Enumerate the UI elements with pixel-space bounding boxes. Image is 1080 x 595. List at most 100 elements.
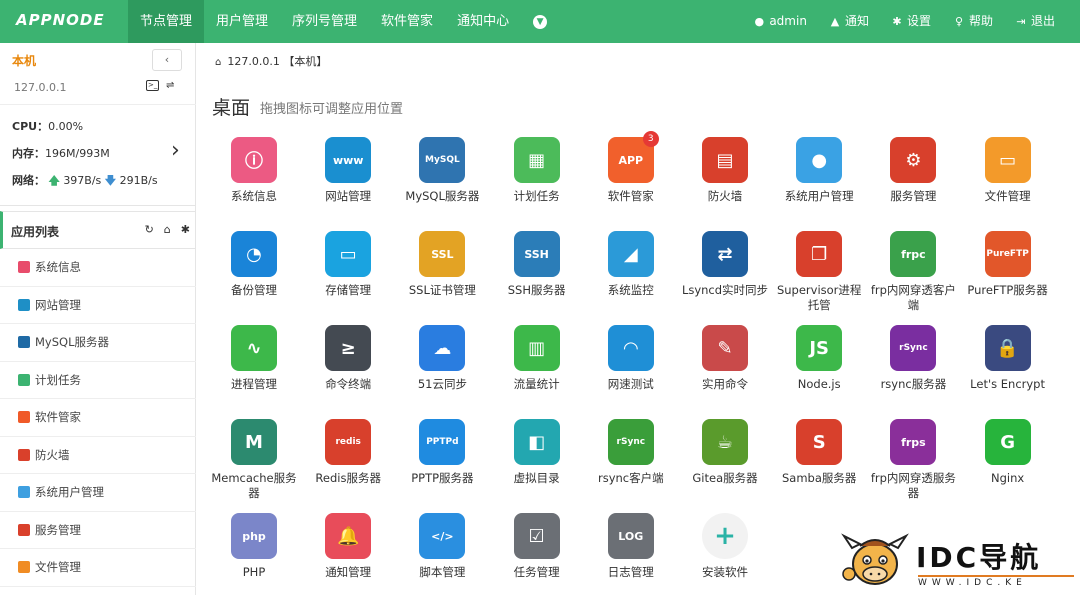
desktop-app-tile[interactable]: ▤ 防火墙 bbox=[678, 137, 772, 204]
app-label: Memcache服务器 bbox=[211, 471, 297, 500]
nav-notification-center[interactable]: 通知中心 bbox=[445, 0, 521, 43]
desktop-app-tile[interactable]: rSync rsync服务器 bbox=[866, 325, 960, 392]
sidebar-app-item[interactable]: 软件管家 bbox=[0, 399, 196, 437]
desktop-app-tile[interactable]: LOG 日志管理 bbox=[584, 513, 678, 580]
collapse-sidebar-button[interactable]: ‹ bbox=[152, 49, 182, 71]
sidebar-app-item[interactable]: 服务管理 bbox=[0, 512, 196, 549]
switch-host-icon[interactable]: ⇌ bbox=[166, 80, 174, 91]
desktop-app-tile[interactable]: JS Node.js bbox=[772, 325, 866, 392]
app-mini-icon bbox=[18, 448, 30, 461]
desktop-app-tile[interactable]: ▭ 文件管理 bbox=[961, 137, 1055, 204]
app-label: Lsyncd实时同步 bbox=[681, 283, 769, 297]
terminal-icon[interactable]: >_ bbox=[146, 80, 159, 91]
app-icon: SSL bbox=[419, 231, 466, 277]
desktop-app-tile[interactable]: php PHP bbox=[207, 513, 301, 580]
app-icon-glyph: LOG bbox=[618, 529, 644, 543]
desktop-app-tile[interactable]: G Nginx bbox=[961, 419, 1055, 486]
desktop-app-tile[interactable]: ☑ 任务管理 bbox=[490, 513, 584, 580]
sidebar-app-item[interactable]: 计划任务 bbox=[0, 362, 196, 399]
app-icon-glyph: ◔ bbox=[246, 243, 262, 265]
desktop-app-tile[interactable]: ● 系统用户管理 bbox=[772, 137, 866, 204]
nav-more-dropdown[interactable]: ▼ bbox=[521, 0, 557, 43]
desktop-app-tile[interactable]: ▦ 计划任务 bbox=[490, 137, 584, 204]
app-logo[interactable]: APPNODE bbox=[16, 11, 105, 29]
app-icon: PureFTP bbox=[984, 231, 1031, 277]
sidebar-app-item[interactable]: 防火墙 bbox=[0, 437, 196, 474]
nav-software-manager[interactable]: 软件管家 bbox=[369, 0, 445, 43]
chevron-right-icon[interactable]: › bbox=[171, 138, 180, 163]
home-icon[interactable]: ⌂ bbox=[215, 57, 221, 68]
gear-icon[interactable]: ✱ bbox=[181, 223, 190, 236]
desktop-app-tile[interactable]: SSL SSL证书管理 bbox=[395, 231, 489, 298]
desktop-app-tile[interactable]: frps frp内网穿透服务器 bbox=[866, 419, 960, 501]
mem-label: 内存： bbox=[12, 147, 45, 160]
app-label: Samba服务器 bbox=[781, 471, 857, 485]
desktop-app-tile[interactable]: S Samba服务器 bbox=[772, 419, 866, 486]
sidebar-app-item[interactable]: MySQL服务器 bbox=[0, 324, 196, 362]
desktop-app-tile[interactable]: MySQL MySQL服务器 bbox=[395, 137, 489, 204]
desktop-app-tile[interactable]: PureFTP PureFTP服务器 bbox=[961, 231, 1055, 298]
app-label: 命令终端 bbox=[325, 377, 372, 391]
desktop-app-tile[interactable]: ⚙ 服务管理 bbox=[866, 137, 960, 204]
desktop-app-tile[interactable]: PPTPd PPTP服务器 bbox=[395, 419, 489, 486]
sidebar-app-item[interactable]: 系统信息 bbox=[0, 249, 196, 287]
sidebar-app-label: 服务管理 bbox=[35, 522, 81, 537]
desktop-app-tile[interactable]: ≥ 命令终端 bbox=[301, 325, 395, 392]
desktop-app-tile[interactable]: ⓘ 系统信息 bbox=[207, 137, 301, 204]
desktop-app-tile[interactable]: frpc frp内网穿透客户端 bbox=[866, 231, 960, 313]
home-icon[interactable]: ⌂ bbox=[164, 223, 171, 236]
nav-settings[interactable]: ✱ 设置 bbox=[880, 0, 942, 43]
nav-logout[interactable]: ⇥ 退出 bbox=[1004, 0, 1066, 43]
desktop-app-tile[interactable]: ☕ Gitea服务器 bbox=[678, 419, 772, 486]
nav-help[interactable]: ♀ 帮助 bbox=[942, 0, 1004, 43]
app-label: PHP bbox=[242, 565, 266, 579]
nav-serial-management[interactable]: 序列号管理 bbox=[280, 0, 369, 43]
desktop-app-tile[interactable]: www 网站管理 bbox=[301, 137, 395, 204]
desktop-app-tile[interactable]: M Memcache服务器 bbox=[207, 419, 301, 501]
desktop-app-tile[interactable]: ✎ 实用命令 bbox=[678, 325, 772, 392]
sidebar-app-item[interactable]: 网站管理 bbox=[0, 287, 196, 324]
desktop-app-tile[interactable]: + 安装软件 bbox=[678, 513, 772, 580]
desktop-app-tile[interactable]: ◔ 备份管理 bbox=[207, 231, 301, 298]
desktop-app-tile[interactable]: SSH SSH服务器 bbox=[490, 231, 584, 298]
app-icon: ⓘ bbox=[231, 137, 277, 183]
app-icon: + bbox=[702, 513, 748, 559]
sidebar-app-item[interactable]: 文件管理 bbox=[0, 549, 196, 587]
app-icon-glyph: SSH bbox=[524, 247, 549, 261]
desktop-app-tile[interactable]: ◠ 网速测试 bbox=[584, 325, 678, 392]
desktop-app-tile[interactable]: rSync rsync客户端 bbox=[584, 419, 678, 486]
desktop-app-tile[interactable]: 🔔 通知管理 bbox=[301, 513, 395, 580]
host-ip: 127.0.0.1 bbox=[14, 81, 67, 94]
app-icon-glyph: M bbox=[245, 431, 263, 453]
nav-notifications[interactable]: ▲ 通知 bbox=[818, 0, 880, 43]
desktop-app-tile[interactable]: </> 脚本管理 bbox=[395, 513, 489, 580]
desktop-app-tile[interactable]: 🔒 Let's Encrypt bbox=[961, 325, 1055, 392]
app-label: Redis服务器 bbox=[315, 471, 381, 485]
app-icon-glyph: + bbox=[714, 521, 736, 551]
app-icon: ⚙ bbox=[890, 137, 937, 183]
desktop-app-tile[interactable]: ❐ Supervisor进程托管 bbox=[772, 231, 866, 313]
refresh-icon[interactable]: ↻ bbox=[145, 223, 154, 236]
app-mini-icon bbox=[18, 523, 30, 536]
app-label: 系统监控 bbox=[607, 283, 654, 297]
desktop-app-tile[interactable]: ∿ 进程管理 bbox=[207, 325, 301, 392]
desktop-app-tile[interactable]: ◢ 系统监控 bbox=[584, 231, 678, 298]
app-label: rsync服务器 bbox=[880, 377, 947, 391]
desktop-app-tile[interactable]: ▥ 流量统计 bbox=[490, 325, 584, 392]
app-icon: LOG bbox=[607, 513, 654, 559]
sidebar-app-item[interactable]: 系统用户管理 bbox=[0, 474, 196, 512]
app-list-header: 应用列表 ↻ ⌂ ✱ bbox=[0, 211, 196, 249]
desktop-app-tile[interactable]: ☁ 51云同步 bbox=[395, 325, 489, 392]
app-icon: ≥ bbox=[325, 325, 372, 371]
watermark-title: IDC导航 bbox=[916, 541, 1042, 574]
app-label: 脚本管理 bbox=[419, 565, 466, 579]
desktop-app-tile[interactable]: ▭ 存储管理 bbox=[301, 231, 395, 298]
desktop-app-tile[interactable]: APP 3 软件管家 bbox=[584, 131, 678, 204]
app-label: Node.js bbox=[797, 377, 841, 391]
nav-user-management[interactable]: 用户管理 bbox=[204, 0, 280, 43]
nav-user-admin[interactable]: ● admin bbox=[742, 0, 818, 43]
desktop-app-tile[interactable]: redis Redis服务器 bbox=[301, 419, 395, 486]
desktop-app-tile[interactable]: ◧ 虚拟目录 bbox=[490, 419, 584, 486]
desktop-app-tile[interactable]: ⇄ Lsyncd实时同步 bbox=[678, 231, 772, 298]
nav-node-management[interactable]: 节点管理 bbox=[128, 0, 205, 43]
